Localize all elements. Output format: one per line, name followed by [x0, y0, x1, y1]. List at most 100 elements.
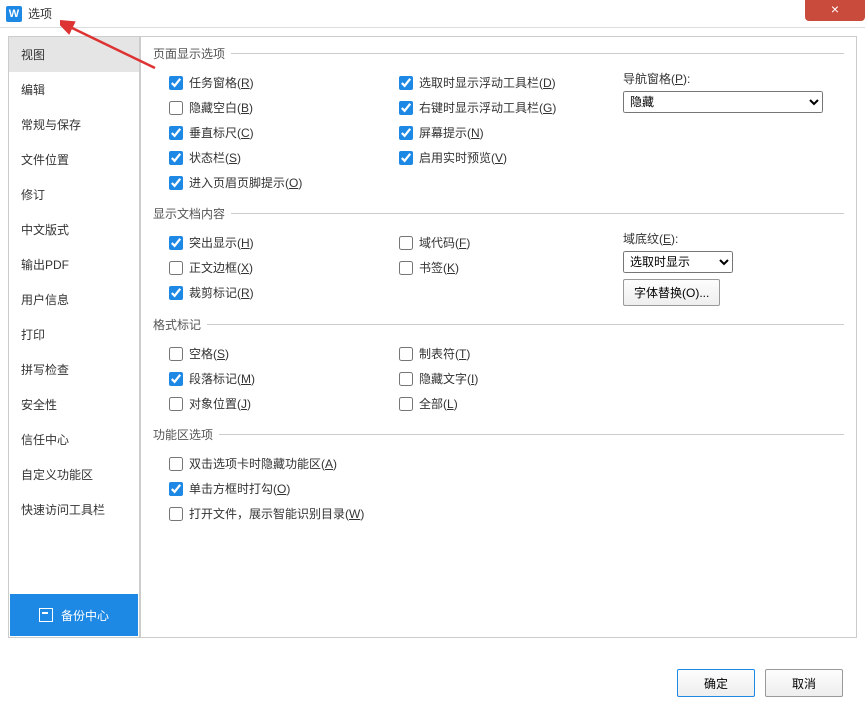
sidebar-item[interactable]: 快速访问工具栏: [9, 492, 139, 527]
sidebar: 视图编辑常规与保存文件位置修订中文版式输出PDF用户信息打印拼写检查安全性信任中…: [8, 36, 140, 638]
checkbox[interactable]: [399, 347, 413, 361]
window-title: 选项: [28, 5, 52, 22]
group-ribbon: 功能区选项 双击选项卡时隐藏功能区(A) 单击方框时打勾(O) 打开文件，展示智能识…: [153, 426, 844, 526]
checkbox-row: 右键时显示浮动工具栏(G): [383, 95, 613, 120]
checkbox-row: 裁剪标记(R): [153, 280, 383, 305]
checkbox-label: 状态栏(S): [189, 149, 241, 166]
sidebar-item[interactable]: 常规与保存: [9, 107, 139, 142]
checkbox[interactable]: [169, 507, 183, 521]
checkbox[interactable]: [169, 76, 183, 90]
nav-pane-select[interactable]: 隐藏: [623, 91, 823, 113]
checkbox-row: 突出显示(H): [153, 230, 383, 255]
checkbox-label: 空格(S): [189, 345, 229, 362]
app-icon: W: [6, 6, 22, 22]
sidebar-item[interactable]: 修订: [9, 177, 139, 212]
checkbox-label: 右键时显示浮动工具栏(G): [419, 99, 556, 116]
checkbox-label: 段落标记(M): [189, 370, 255, 387]
font-replace-button[interactable]: 字体替换(O)...: [623, 279, 720, 306]
checkbox-label: 启用实时预览(V): [419, 149, 507, 166]
checkbox-row: 正文边框(X): [153, 255, 383, 280]
sidebar-item[interactable]: 用户信息: [9, 282, 139, 317]
close-button[interactable]: ×: [805, 0, 865, 21]
checkbox-row: 隐藏文字(I): [383, 366, 613, 391]
nav-pane-label: 导航窗格(P):: [623, 70, 844, 91]
checkbox-label: 裁剪标记(R): [189, 284, 254, 301]
checkbox-label: 制表符(T): [419, 345, 470, 362]
checkbox-row: 打开文件，展示智能识别目录(W): [153, 501, 844, 526]
checkbox-row: 段落标记(M): [153, 366, 383, 391]
checkbox-label: 隐藏文字(I): [419, 370, 478, 387]
checkbox-row: 屏幕提示(N): [383, 120, 613, 145]
checkbox-row: 对象位置(J): [153, 391, 383, 416]
checkbox-row: 空格(S): [153, 341, 383, 366]
checkbox[interactable]: [169, 236, 183, 250]
checkbox[interactable]: [169, 372, 183, 386]
checkbox-row: 启用实时预览(V): [383, 145, 613, 170]
checkbox[interactable]: [399, 151, 413, 165]
checkbox-row: 单击方框时打勾(O): [153, 476, 844, 501]
dialog-footer: 确定 取消: [677, 669, 843, 697]
checkbox[interactable]: [169, 126, 183, 140]
group-doc-content: 显示文档内容 突出显示(H) 正文边框(X) 裁剪标记(R) 域代码(F) 书签(K)…: [153, 205, 844, 306]
group-legend: 功能区选项: [153, 426, 219, 443]
checkbox-label: 域代码(F): [419, 234, 470, 251]
checkbox[interactable]: [399, 76, 413, 90]
backup-icon: [39, 608, 53, 622]
backup-center-button[interactable]: 备份中心: [10, 594, 138, 636]
checkbox[interactable]: [399, 236, 413, 250]
checkbox-row: 选取时显示浮动工具栏(D): [383, 70, 613, 95]
titlebar: W 选项 ×: [0, 0, 865, 28]
checkbox[interactable]: [169, 261, 183, 275]
checkbox[interactable]: [399, 372, 413, 386]
backup-label: 备份中心: [61, 607, 109, 624]
sidebar-item[interactable]: 拼写检查: [9, 352, 139, 387]
checkbox-row: 全部(L): [383, 391, 613, 416]
ok-button[interactable]: 确定: [677, 669, 755, 697]
checkbox-row: 隐藏空白(B): [153, 95, 383, 120]
field-shading-select[interactable]: 选取时显示: [623, 251, 733, 273]
field-shading-label: 域底纹(E):: [623, 230, 844, 251]
checkbox[interactable]: [399, 261, 413, 275]
sidebar-item[interactable]: 自定义功能区: [9, 457, 139, 492]
checkbox-row: 垂直标尺(C): [153, 120, 383, 145]
sidebar-item[interactable]: 中文版式: [9, 212, 139, 247]
checkbox[interactable]: [169, 457, 183, 471]
checkbox-row: 制表符(T): [383, 341, 613, 366]
group-legend: 格式标记: [153, 316, 207, 333]
close-icon: ×: [831, 1, 839, 17]
sidebar-item[interactable]: 文件位置: [9, 142, 139, 177]
sidebar-item[interactable]: 安全性: [9, 387, 139, 422]
checkbox[interactable]: [399, 126, 413, 140]
checkbox-label: 屏幕提示(N): [419, 124, 484, 141]
checkbox[interactable]: [399, 101, 413, 115]
sidebar-item[interactable]: 视图: [9, 37, 139, 72]
checkbox[interactable]: [169, 482, 183, 496]
checkbox[interactable]: [169, 286, 183, 300]
checkbox[interactable]: [169, 347, 183, 361]
checkbox[interactable]: [169, 101, 183, 115]
checkbox-label: 双击选项卡时隐藏功能区(A): [189, 455, 337, 472]
checkbox[interactable]: [169, 176, 183, 190]
checkbox-row: 进入页眉页脚提示(O): [153, 170, 383, 195]
checkbox[interactable]: [169, 397, 183, 411]
checkbox-row: 域代码(F): [383, 230, 613, 255]
checkbox[interactable]: [399, 397, 413, 411]
checkbox-label: 正文边框(X): [189, 259, 253, 276]
checkbox-row: 双击选项卡时隐藏功能区(A): [153, 451, 844, 476]
group-format-marks: 格式标记 空格(S) 段落标记(M) 对象位置(J) 制表符(T) 隐藏文字(I) 全部…: [153, 316, 844, 416]
sidebar-item[interactable]: 打印: [9, 317, 139, 352]
checkbox-row: 状态栏(S): [153, 145, 383, 170]
sidebar-item[interactable]: 信任中心: [9, 422, 139, 457]
group-legend: 显示文档内容: [153, 205, 231, 222]
checkbox-label: 打开文件，展示智能识别目录(W): [189, 505, 364, 522]
checkbox-label: 对象位置(J): [189, 395, 251, 412]
checkbox-label: 书签(K): [419, 259, 459, 276]
checkbox-label: 单击方框时打勾(O): [189, 480, 290, 497]
sidebar-item[interactable]: 编辑: [9, 72, 139, 107]
checkbox[interactable]: [169, 151, 183, 165]
sidebar-item[interactable]: 输出PDF: [9, 247, 139, 282]
checkbox-label: 隐藏空白(B): [189, 99, 253, 116]
cancel-button[interactable]: 取消: [765, 669, 843, 697]
checkbox-label: 垂直标尺(C): [189, 124, 254, 141]
group-page-display: 页面显示选项 任务窗格(R)隐藏空白(B)垂直标尺(C)状态栏(S)进入页眉页脚…: [153, 45, 844, 195]
